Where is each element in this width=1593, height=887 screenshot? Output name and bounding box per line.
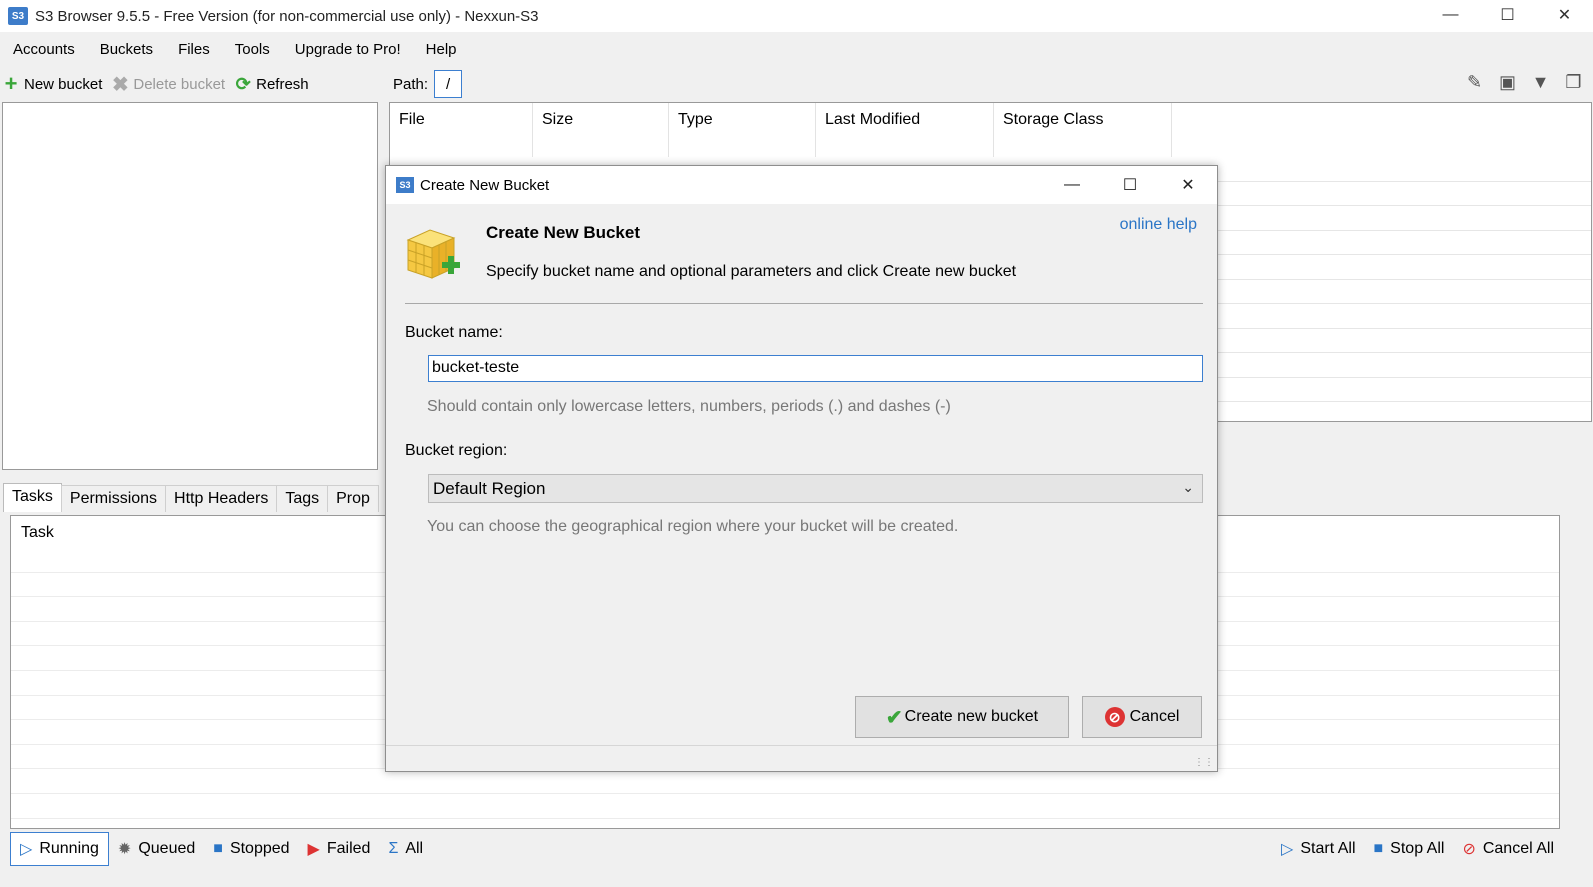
resize-grip-icon[interactable]: ⋮⋮	[1194, 757, 1214, 768]
online-help-link[interactable]: online help	[1120, 216, 1197, 234]
start-all-label: Start All	[1300, 840, 1356, 857]
tab-http-headers[interactable]: Http Headers	[165, 485, 278, 512]
close-button[interactable]: ✕	[1536, 0, 1593, 30]
stopped-label: Stopped	[229, 840, 290, 857]
delete-bucket-label: Delete bucket	[133, 75, 226, 93]
cancel-icon: ⊘	[1104, 707, 1125, 727]
sigma-icon: Σ	[388, 840, 399, 857]
new-bucket-button[interactable]: + New bucket	[2, 71, 103, 96]
play-icon: ▷	[20, 841, 33, 858]
queued-label: Queued	[138, 840, 196, 857]
app-icon: S3	[396, 177, 414, 193]
menu-bar: Accounts Buckets Files Tools Upgrade to …	[0, 34, 1593, 64]
window-title: S3 Browser 9.5.5 - Free Version (for non…	[35, 7, 539, 25]
menu-upgrade[interactable]: Upgrade to Pro!	[282, 41, 413, 58]
dialog-title: Create New Bucket	[420, 176, 550, 194]
edit-icon[interactable]: ✎	[1458, 72, 1491, 93]
stop-square-icon: ■	[213, 840, 223, 857]
failed-icon: ▶	[307, 841, 320, 858]
bucket-toolbar: + New bucket ✖ Delete bucket ⟳ Refresh	[2, 68, 378, 100]
dialog-close-button[interactable]: ✕	[1159, 166, 1217, 204]
menu-files[interactable]: Files	[165, 41, 222, 58]
cancel-label: Cancel	[1129, 708, 1180, 725]
bucket-cube-icon	[406, 229, 460, 279]
bucket-region-hint: You can choose the geographical region w…	[427, 518, 959, 535]
tab-tags[interactable]: Tags	[276, 485, 329, 512]
dialog-title-bar: S3 Create New Bucket — ☐ ✕	[386, 166, 1217, 204]
minimize-button[interactable]: —	[1422, 0, 1479, 30]
bucket-region-select[interactable]: Default Region ⌄	[428, 474, 1203, 503]
menu-tools[interactable]: Tools	[222, 41, 282, 58]
dialog-heading: Create New Bucket	[486, 223, 641, 242]
checkmark-icon: ✔	[885, 706, 903, 729]
stop-all-icon: ■	[1373, 840, 1384, 857]
tab-permissions[interactable]: Permissions	[60, 485, 167, 512]
cancel-all-icon: ⊘	[1462, 841, 1476, 858]
running-filter-button[interactable]: ▷ Running	[10, 832, 109, 866]
plus-icon: +	[4, 71, 18, 96]
stopped-filter-button[interactable]: ■ Stopped	[204, 832, 298, 866]
view-icon[interactable]: ▣	[1491, 72, 1524, 93]
tab-properties[interactable]: Prop	[327, 485, 379, 512]
refresh-label: Refresh	[256, 75, 309, 93]
dialog-header: Create New Bucket Specify bucket name an…	[386, 204, 1217, 304]
divider	[405, 303, 1203, 304]
delete-icon: ✖	[111, 73, 129, 96]
maximize-button[interactable]: ☐	[1479, 0, 1536, 30]
tab-tasks[interactable]: Tasks	[3, 483, 62, 512]
column-last-modified[interactable]: Last Modified	[816, 103, 994, 157]
bottom-tabs: Tasks Permissions Http Headers Tags Prop	[3, 483, 393, 512]
dialog-subtitle: Specify bucket name and optional paramet…	[486, 263, 1017, 280]
spinner-icon: ✹	[117, 841, 132, 858]
create-bucket-label: Create new bucket	[904, 708, 1039, 725]
app-icon: S3	[8, 7, 28, 25]
file-table-header: File Size Type Last Modified Storage Cla…	[390, 103, 1591, 157]
menu-accounts[interactable]: Accounts	[0, 41, 87, 58]
bucket-name-hint: Should contain only lowercase letters, n…	[427, 398, 951, 415]
task-status-bar: ▷ Running ✹ Queued ■ Stopped ▶ Failed Σ …	[10, 831, 1593, 867]
stop-all-label: Stop All	[1390, 840, 1445, 857]
bucket-region-value: Default Region	[433, 479, 546, 498]
column-size[interactable]: Size	[533, 103, 669, 157]
cancel-all-button[interactable]: ⊘ Cancel All	[1453, 832, 1563, 866]
cancel-button[interactable]: ⊘ Cancel	[1082, 696, 1202, 738]
start-all-icon: ▷	[1281, 841, 1294, 858]
dialog-maximize-button[interactable]: ☐	[1101, 166, 1159, 204]
chevron-down-icon: ⌄	[1182, 479, 1194, 495]
column-storage-class[interactable]: Storage Class	[994, 103, 1172, 157]
bucket-name-input[interactable]: bucket-teste	[428, 355, 1203, 382]
dialog-footer: ⋮⋮	[386, 745, 1217, 771]
refresh-icon: ⟳	[235, 73, 251, 94]
bucket-region-label: Bucket region:	[405, 442, 508, 459]
table-row	[11, 769, 1559, 794]
stop-all-button[interactable]: ■ Stop All	[1365, 832, 1454, 866]
queued-filter-button[interactable]: ✹ Queued	[109, 832, 204, 866]
create-bucket-button[interactable]: ✔ Create new bucket	[855, 696, 1069, 738]
all-filter-button[interactable]: Σ All	[379, 832, 432, 866]
failed-filter-button[interactable]: ▶ Failed	[299, 832, 380, 866]
refresh-button[interactable]: ⟳ Refresh	[234, 73, 309, 94]
table-row	[11, 794, 1559, 819]
bucket-list[interactable]	[2, 102, 378, 470]
column-file[interactable]: File	[390, 103, 533, 157]
path-input[interactable]: /	[434, 70, 463, 98]
cancel-all-label: Cancel All	[1482, 840, 1554, 857]
dialog-minimize-button[interactable]: —	[1043, 166, 1101, 204]
menu-buckets[interactable]: Buckets	[87, 41, 165, 58]
title-bar: S3 S3 Browser 9.5.5 - Free Version (for …	[0, 0, 1593, 32]
bucket-name-label: Bucket name:	[405, 324, 503, 341]
filter-icon[interactable]: ▼	[1524, 72, 1557, 93]
path-label: Path:	[393, 75, 429, 93]
column-type[interactable]: Type	[669, 103, 816, 157]
running-label: Running	[39, 840, 99, 857]
delete-bucket-button[interactable]: ✖ Delete bucket	[111, 73, 226, 96]
all-label: All	[405, 840, 424, 857]
failed-label: Failed	[326, 840, 371, 857]
layout-icon[interactable]: ❐	[1557, 72, 1590, 93]
start-all-button[interactable]: ▷ Start All	[1272, 832, 1364, 866]
menu-help[interactable]: Help	[413, 41, 469, 58]
create-bucket-dialog: S3 Create New Bucket — ☐ ✕ Create New Bu…	[385, 165, 1218, 772]
path-bar: Path: / ✎ ▣ ▼ ❐	[390, 68, 1590, 100]
new-bucket-label: New bucket	[24, 75, 103, 93]
